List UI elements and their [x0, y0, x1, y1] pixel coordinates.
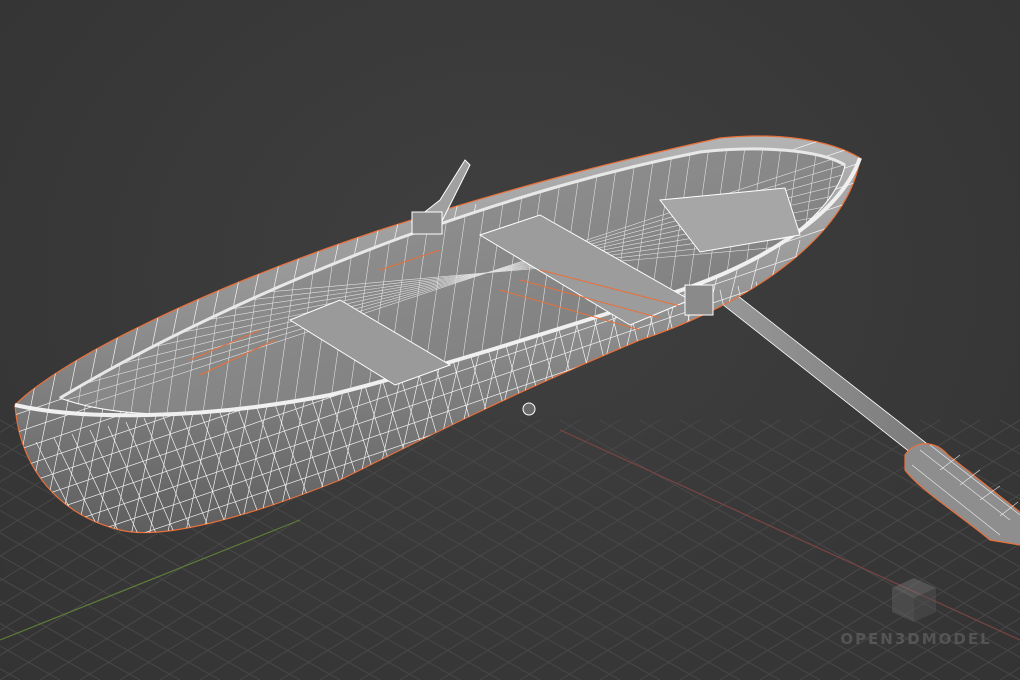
grid-line — [399, 419, 821, 680]
watermark-text: OPEN3DMODEL — [840, 630, 992, 648]
hull-wire-line — [882, 258, 962, 560]
hull-wire-line — [773, 245, 855, 533]
hull-wire-line — [882, 254, 942, 560]
oarlock-left-base — [411, 211, 443, 235]
watermark: OPEN3DMODEL — [836, 570, 996, 650]
hull-wire-line — [755, 243, 837, 533]
cube-icon — [892, 578, 936, 622]
grid-line — [359, 419, 781, 680]
hull-fitting — [522, 402, 536, 416]
hull-wire-line — [647, 305, 709, 533]
hull-wire-line — [629, 309, 691, 533]
oarlock-right-base — [684, 284, 714, 316]
grid-line — [439, 419, 861, 680]
hull-wire-line — [791, 273, 853, 533]
hull-wire-line — [809, 269, 860, 533]
3d-viewport[interactable]: OPEN3DMODEL — [0, 0, 1020, 680]
